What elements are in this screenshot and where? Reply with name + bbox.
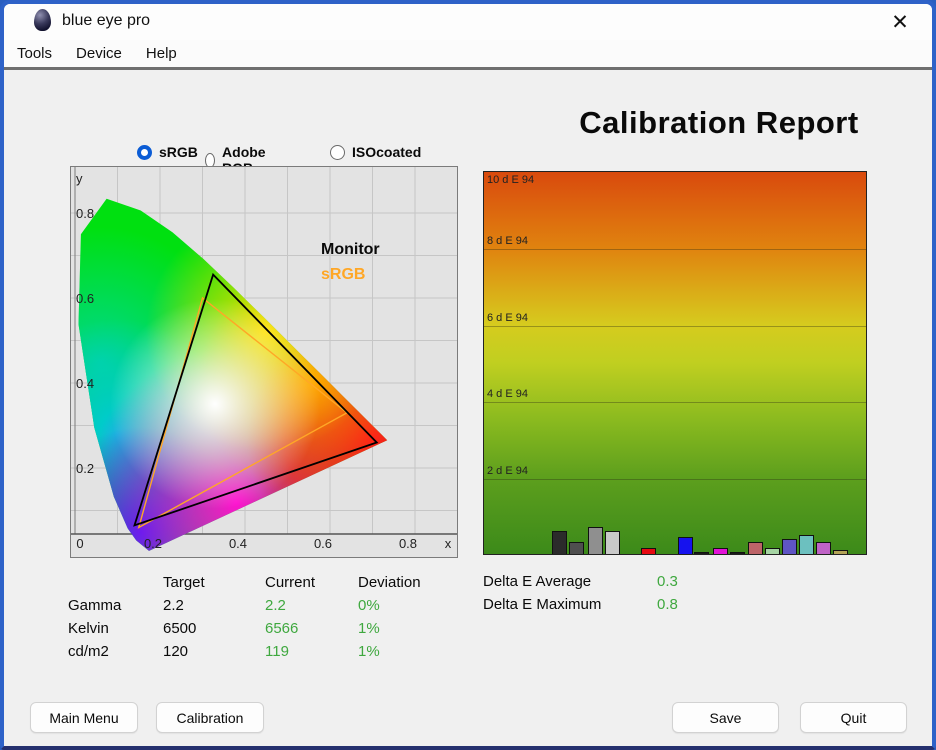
delta-e-bar (569, 542, 584, 554)
col-header-deviation: Deviation (358, 574, 421, 591)
col-header-current: Current (265, 574, 316, 591)
menu-help[interactable]: Help (146, 45, 177, 62)
radio-srgb[interactable]: sRGB (137, 144, 198, 160)
delta-e-bar (605, 530, 620, 554)
cie-chromaticity-chart: y 0.8 0.6 0.4 0.2 0 0.2 0.4 0.6 0.8 x Mo… (70, 166, 458, 558)
cdm2-current: 119 (265, 643, 289, 660)
kelvin-current: 6566 (265, 620, 299, 637)
main-content: Calibration Report sRGB Adobe RGB ISOcoa… (4, 67, 932, 746)
app-icon (34, 9, 51, 31)
delta-e-bar (833, 550, 848, 554)
delta-e-bar (730, 552, 745, 554)
cie-y-tick: 0.2 (76, 461, 95, 476)
menu-bar: Tools Device Help (4, 40, 932, 67)
save-button[interactable]: Save (672, 702, 779, 733)
page-title: Calibration Report (579, 105, 859, 140)
cie-y-tick: 0.8 (76, 206, 95, 221)
cie-y-axis-label: y (76, 171, 83, 186)
radio-isocoated-label: ISOcoated (352, 144, 422, 160)
delta-e-maximum-value: 0.8 (657, 596, 678, 613)
radio-isocoated[interactable]: ISOcoated (330, 144, 421, 160)
delta-e-chart: 10 d E 94 8 d E 94 6 d E 94 4 d E 94 2 d E 9… (483, 171, 867, 555)
radio-circle-icon[interactable] (137, 144, 152, 160)
cie-x-tick: 0 (76, 536, 84, 551)
menu-device[interactable]: Device (76, 45, 122, 62)
cie-plot (71, 167, 457, 551)
cie-x-axis-label: x (444, 536, 452, 551)
delta-e-gridline-label: 4 d E 94 (487, 388, 528, 401)
cie-x-tick: 0.6 (313, 536, 333, 551)
gamma-target: 2.2 (163, 597, 184, 614)
delta-e-bar (678, 536, 693, 554)
cie-x-tick: 0.8 (398, 536, 418, 551)
delta-e-average-label: Delta E Average (483, 573, 592, 590)
radio-srgb-label: sRGB (159, 144, 198, 160)
delta-e-bar (799, 534, 814, 554)
delta-e-gridline (484, 402, 866, 404)
delta-e-gridline-label: 6 d E 94 (487, 311, 528, 324)
title-bar: blue eye pro ✕ (4, 4, 932, 40)
delta-e-bar (816, 542, 831, 554)
delta-e-bar (713, 548, 728, 554)
kelvin-deviation: 1% (358, 620, 380, 637)
radio-circle-icon[interactable] (330, 144, 345, 160)
menu-tools[interactable]: Tools (17, 45, 52, 62)
row-label-kelvin: Kelvin (68, 620, 109, 637)
delta-e-bar (552, 530, 567, 554)
delta-e-bar (588, 527, 603, 554)
cdm2-deviation: 1% (358, 643, 380, 660)
delta-e-bar (748, 542, 763, 554)
gamma-deviation: 0% (358, 597, 380, 614)
delta-e-bar (641, 548, 656, 554)
cie-x-tick: 0.4 (228, 536, 248, 551)
legend-srgb: sRGB (321, 266, 366, 283)
gamma-current: 2.2 (265, 597, 286, 614)
kelvin-target: 6500 (163, 620, 197, 637)
delta-e-bar (765, 548, 780, 554)
close-icon[interactable]: ✕ (886, 8, 914, 36)
delta-e-gridline (484, 325, 866, 327)
delta-e-bar (694, 552, 709, 554)
cie-x-tick: 0.2 (143, 536, 163, 551)
app-window: blue eye pro ✕ Tools Device Help Calibra… (0, 0, 936, 750)
main-menu-button[interactable]: Main Menu (30, 702, 138, 733)
delta-e-gridline-label: 2 d E 94 (487, 465, 528, 478)
col-header-target: Target (163, 574, 205, 591)
cie-y-tick: 0.6 (76, 291, 95, 306)
delta-e-gridline (484, 248, 866, 250)
quit-button[interactable]: Quit (800, 702, 907, 733)
cdm2-target: 120 (163, 643, 189, 660)
window-title: blue eye pro (62, 12, 151, 29)
delta-e-gridline-label: 10 d E 94 (487, 174, 535, 186)
delta-e-maximum-label: Delta E Maximum (483, 596, 602, 613)
row-label-cdm2: cd/m2 (68, 643, 109, 660)
delta-e-gridline-label: 8 d E 94 (487, 234, 528, 247)
delta-e-bar (782, 538, 797, 554)
cie-horseshoe (78, 198, 388, 551)
legend-monitor: Monitor (321, 241, 380, 258)
calibration-button[interactable]: Calibration (156, 702, 264, 733)
delta-e-average-value: 0.3 (657, 573, 678, 590)
cie-y-tick: 0.4 (76, 376, 95, 391)
row-label-gamma: Gamma (68, 597, 122, 614)
delta-e-gridline (484, 479, 866, 481)
